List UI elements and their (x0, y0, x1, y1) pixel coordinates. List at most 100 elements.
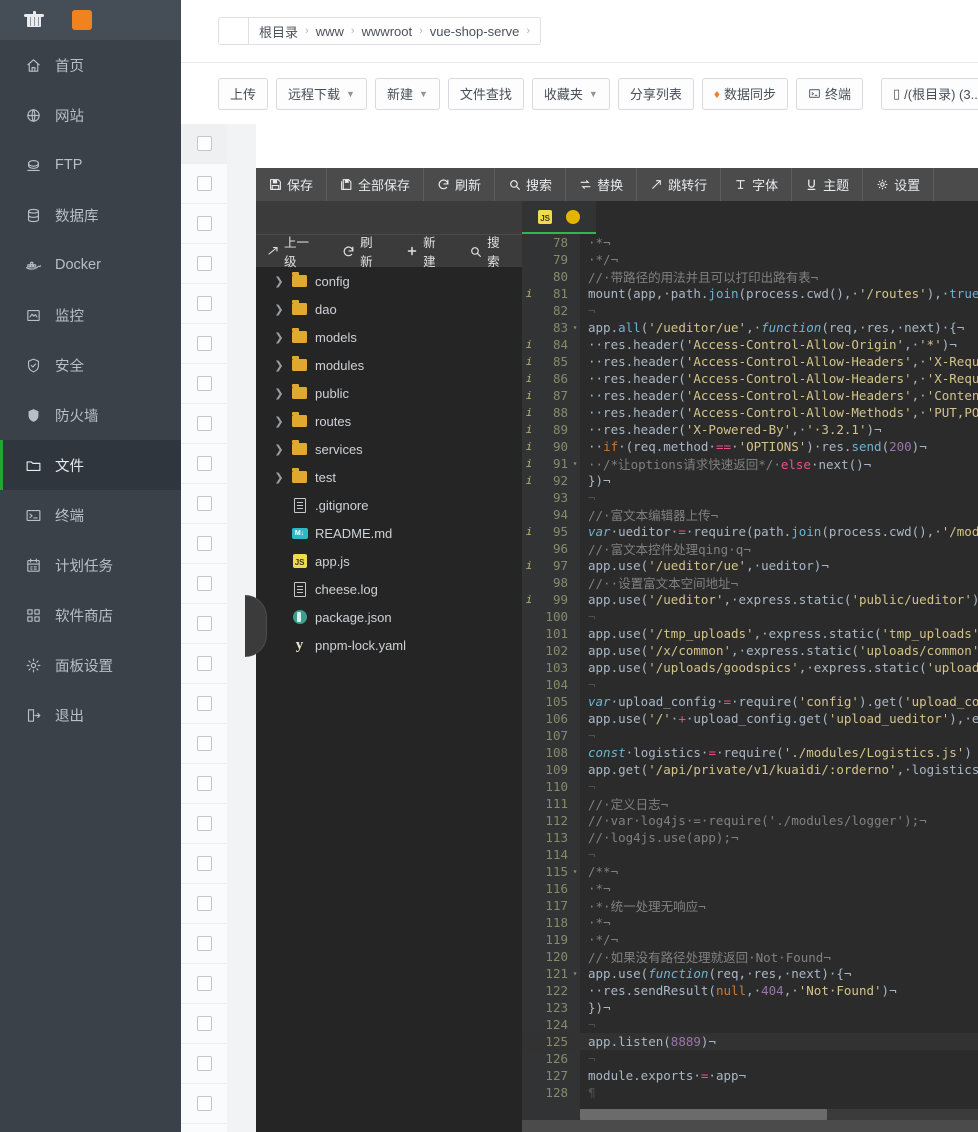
table-row[interactable] (181, 844, 227, 884)
editor-button-主题[interactable]: 主题 (792, 168, 864, 201)
code-line-105[interactable]: 105 var·upload_config·=·require('config')… (522, 693, 978, 710)
code-line-92[interactable]: i 92})¬ (522, 472, 978, 489)
code-line-106[interactable]: 106 app.use('/'·+·upload_config.get('uplo… (522, 710, 978, 727)
fold-toggle-icon[interactable]: ▾ (570, 459, 580, 468)
code-line-126[interactable]: 126 ¬ (522, 1050, 978, 1067)
row-checkbox[interactable] (196, 816, 212, 831)
code-line-112[interactable]: 112 //·var·log4js·=·require('./modules/lo… (522, 812, 978, 829)
code-line-113[interactable]: 113 //·log4js.use(app);¬ (522, 829, 978, 846)
table-row[interactable] (181, 644, 227, 684)
list-item[interactable]: ❯ routes (256, 407, 522, 435)
fold-toggle-icon[interactable]: ▾ (570, 323, 580, 332)
sidebar-item-监控[interactable]: 监控 (0, 290, 181, 340)
row-checkbox[interactable] (196, 136, 212, 151)
editor-button-跳转行[interactable]: 跳转行 (637, 168, 722, 201)
sidebar-item-首页[interactable]: 首页 (0, 40, 181, 90)
toolbar-button-远程下载[interactable]: 远程下载 ▼ (276, 77, 367, 110)
row-checkbox[interactable] (196, 416, 212, 431)
list-item[interactable]: ❯ypnpm-lock.yaml (256, 631, 522, 659)
fold-toggle-icon[interactable]: ▾ (570, 969, 580, 978)
table-row[interactable] (181, 964, 227, 1004)
chevron-right-icon[interactable]: ❯ (274, 331, 284, 344)
editor-button-全部保存[interactable]: 全部保存 (327, 168, 425, 201)
table-row[interactable] (181, 364, 227, 404)
file-panel-button-搜索[interactable]: 搜索 (458, 232, 522, 270)
code-line-101[interactable]: 101 app.use('/tmp_uploads',·express.stati… (522, 625, 978, 642)
list-item[interactable]: ❯ models (256, 323, 522, 351)
scrollbar-thumb[interactable] (580, 1109, 827, 1120)
editor-button-设置[interactable]: 设置 (863, 168, 935, 201)
code-line-110[interactable]: 110 ¬ (522, 778, 978, 795)
list-item[interactable]: ❯cheese.log (256, 575, 522, 603)
editor-button-搜索[interactable]: 搜索 (495, 168, 567, 201)
table-row[interactable] (181, 444, 227, 484)
table-row[interactable] (181, 204, 227, 244)
code-line-85[interactable]: i 85 ··res.header('Access-Control-Allow-He… (522, 353, 978, 370)
breadcrumb-item-vue-shop-serve[interactable]: vue-shop-serve (430, 24, 520, 39)
row-checkbox[interactable] (196, 696, 212, 711)
chevron-right-icon[interactable]: ❯ (274, 471, 284, 484)
table-row[interactable] (181, 884, 227, 924)
table-row[interactable] (181, 324, 227, 364)
row-checkbox[interactable] (196, 1096, 212, 1111)
toolbar-button-上传[interactable]: 上传 (218, 77, 269, 110)
list-item[interactable]: ❯JSapp.js (256, 547, 522, 575)
back-button[interactable] (219, 18, 249, 44)
code-line-104[interactable]: 104 ¬ (522, 676, 978, 693)
sidebar-item-面板设置[interactable]: 面板设置 (0, 640, 181, 690)
list-item[interactable]: ❯ public (256, 379, 522, 407)
toolbar-button-终端[interactable]: 终端 (796, 77, 864, 110)
list-item[interactable]: ❯ services (256, 435, 522, 463)
table-row[interactable] (181, 684, 227, 724)
code-line-87[interactable]: i 87 ··res.header('Access-Control-Allow-He… (522, 387, 978, 404)
table-row[interactable] (181, 524, 227, 564)
sidebar-item-数据库[interactable]: 数据库 (0, 190, 181, 240)
code-line-122[interactable]: 122 ··res.sendResult(null,·404,·'Not·Foun… (522, 982, 978, 999)
code-line-117[interactable]: 117 ·*·统一处理无响应¬ (522, 897, 978, 914)
editor-button-保存[interactable]: 保存 (256, 168, 328, 201)
code-line-86[interactable]: i 86 ··res.header('Access-Control-Allow-He… (522, 370, 978, 387)
row-checkbox[interactable] (196, 656, 212, 671)
fold-toggle-icon[interactable]: ▾ (570, 867, 580, 876)
row-checkbox[interactable] (196, 1016, 212, 1031)
row-checkbox[interactable] (196, 296, 212, 311)
horizontal-scrollbar[interactable] (580, 1109, 978, 1120)
code-line-78[interactable]: 78 ·*¬ (522, 234, 978, 251)
list-item[interactable]: ❯.gitignore (256, 491, 522, 519)
sidebar-item-FTP[interactable]: FTP (0, 140, 181, 190)
list-item[interactable]: ❯ config (256, 267, 522, 295)
breadcrumb-item-根目录[interactable]: 根目录 (259, 22, 298, 41)
chevron-right-icon[interactable]: ❯ (274, 303, 284, 316)
row-checkbox[interactable] (196, 776, 212, 791)
sidebar-item-网站[interactable]: 网站 (0, 90, 181, 140)
code-line-125[interactable]: 125 app.listen(8889)¬ (522, 1033, 978, 1050)
code-line-121[interactable]: 121 ▾ app.use(function(req,·res,·next)·{¬ (522, 965, 978, 982)
code-line-84[interactable]: i 84 ··res.header('Access-Control-Allow-Or… (522, 336, 978, 353)
list-item[interactable]: ❯package.json (256, 603, 522, 631)
code-line-79[interactable]: 79 ·*/¬ (522, 251, 978, 268)
sidebar-item-终端[interactable]: 终端 (0, 490, 181, 540)
table-row[interactable] (181, 124, 227, 164)
list-item[interactable]: ❯ test (256, 463, 522, 491)
list-item[interactable]: ❯ modules (256, 351, 522, 379)
row-checkbox[interactable] (196, 936, 212, 951)
table-row[interactable] (181, 404, 227, 444)
code-line-91[interactable]: i 91 ▾ ··/*让options请求快速返回*/·else·next()¬ (522, 455, 978, 472)
row-checkbox[interactable] (196, 456, 212, 471)
code-line-108[interactable]: 108 const·logistics·=·require('./modules/… (522, 744, 978, 761)
toolbar-button-文件查找[interactable]: 文件查找 (447, 77, 524, 110)
code-line-123[interactable]: 123})¬ (522, 999, 978, 1016)
code-line-89[interactable]: i 89 ··res.header('X-Powered-By',·'·3.2.1'… (522, 421, 978, 438)
chevron-right-icon[interactable]: ❯ (274, 443, 284, 456)
breadcrumb-item-www[interactable]: www (316, 24, 344, 39)
code-line-114[interactable]: 114 ¬ (522, 846, 978, 863)
code-line-98[interactable]: 98 //··设置富文本空间地址¬ (522, 574, 978, 591)
code-line-100[interactable]: 100 ¬ (522, 608, 978, 625)
file-panel-button-新建[interactable]: 新建 (395, 232, 458, 270)
toolbar-button-新建[interactable]: 新建 ▼ (374, 77, 440, 110)
table-row[interactable] (181, 1084, 227, 1124)
table-row[interactable] (181, 1004, 227, 1044)
code-line-111[interactable]: 111 //·定义日志¬ (522, 795, 978, 812)
code-line-83[interactable]: 83 ▾ app.all('/ueditor/ue',·function(req,·… (522, 319, 978, 336)
row-checkbox[interactable] (196, 896, 212, 911)
